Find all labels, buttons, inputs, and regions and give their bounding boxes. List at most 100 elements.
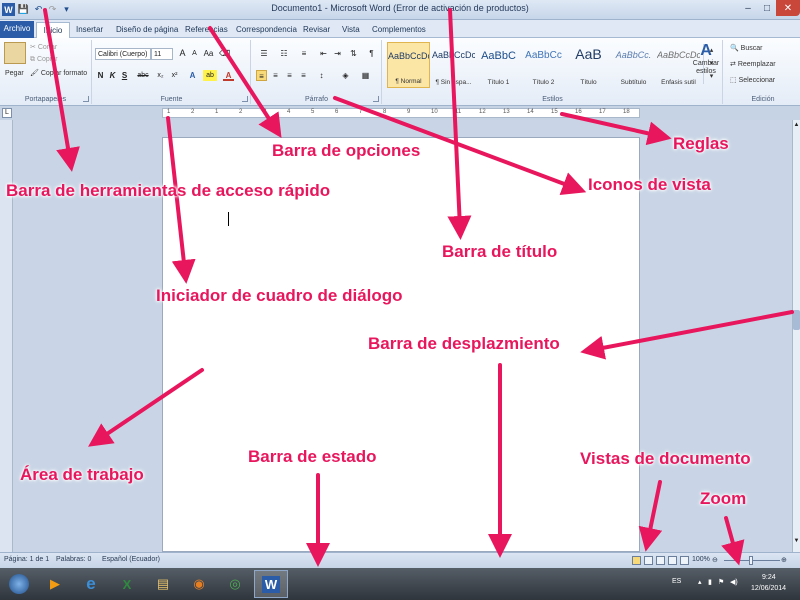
word-count[interactable]: Palabras: 0 xyxy=(56,556,91,563)
language-status[interactable]: Español (Ecuador) xyxy=(102,556,160,563)
tab-insertar[interactable]: Insertar xyxy=(76,22,103,38)
firefox-icon[interactable]: ◉ xyxy=(182,570,216,598)
align-right-icon[interactable]: ≡ xyxy=(284,70,295,81)
superscript-button[interactable]: x² xyxy=(169,70,180,81)
file-explorer-icon[interactable]: ▤ xyxy=(146,570,180,598)
page-count[interactable]: Página: 1 de 1 xyxy=(4,556,49,563)
font-name-select[interactable]: Calibri (Cuerpo) xyxy=(95,48,151,60)
copy-button[interactable]: ⧉ Copiar xyxy=(30,56,58,64)
style-normal[interactable]: AaBbCcDc ¶ Normal xyxy=(387,42,430,88)
numbering-icon[interactable]: ☷ xyxy=(276,48,292,59)
network-icon[interactable]: ▮ xyxy=(708,578,712,586)
vertical-scrollbar[interactable]: ▲ ▼ xyxy=(792,120,800,552)
outline-view-icon[interactable] xyxy=(668,556,677,565)
scroll-down-icon[interactable]: ▼ xyxy=(793,538,800,548)
justify-icon[interactable]: ≡ xyxy=(298,70,309,81)
redo-icon[interactable]: ↷ xyxy=(46,3,59,16)
paragraph-dialog-launcher[interactable] xyxy=(373,96,379,102)
print-layout-view-icon[interactable] xyxy=(632,556,641,565)
sort-icon[interactable]: ⇅ xyxy=(348,48,359,59)
media-player-icon[interactable]: ▶ xyxy=(38,570,72,598)
grow-font-icon[interactable]: A xyxy=(177,48,188,59)
ruler-number: 5 xyxy=(311,109,315,115)
tab-vista[interactable]: Vista xyxy=(342,22,360,38)
shading-icon[interactable]: ◈ xyxy=(340,70,351,81)
tab-complementos[interactable]: Complementos xyxy=(372,22,426,38)
change-styles-button[interactable]: A Cambiar estilos xyxy=(692,42,720,76)
close-button[interactable]: ✕ xyxy=(776,0,800,16)
maximize-button[interactable]: □ xyxy=(758,0,776,16)
zoom-level[interactable]: 100% xyxy=(692,556,710,563)
style-subtitulo[interactable]: AaBbCc. Subtítulo xyxy=(612,42,655,88)
tray-arrow-icon[interactable]: ▴ xyxy=(698,578,702,586)
volume-icon[interactable]: ◀) xyxy=(730,578,738,586)
zoom-in-icon[interactable]: ⊕ xyxy=(781,556,787,564)
minimize-button[interactable]: – xyxy=(738,0,758,16)
change-case-icon[interactable]: Aa xyxy=(203,48,214,59)
scroll-up-icon[interactable]: ▲ xyxy=(793,122,800,132)
highlight-button[interactable]: ab xyxy=(203,70,217,81)
web-layout-view-icon[interactable] xyxy=(656,556,665,565)
tab-diseno-pagina[interactable]: Diseño de página xyxy=(116,22,178,38)
multilevel-list-icon[interactable]: ≡ xyxy=(296,48,312,59)
tab-correspondencia[interactable]: Correspondencia xyxy=(236,22,297,38)
undo-icon[interactable]: ↶ xyxy=(32,3,45,16)
font-size-select[interactable]: 11 xyxy=(151,48,173,60)
style-sin-espaciado[interactable]: AaBbCcDc ¶ Sin espa... xyxy=(432,42,475,88)
horizontal-ruler[interactable]: 1 2 1 2 3 4 5 6 7 8 9 10 11 12 13 14 15 16 17 18 xyxy=(162,108,640,118)
font-dialog-launcher[interactable] xyxy=(242,96,248,102)
clock-time[interactable]: 9:24 xyxy=(762,574,776,581)
clock-date[interactable]: 12/06/2014 xyxy=(751,585,786,592)
align-left-icon[interactable]: ≡ xyxy=(256,70,267,81)
tab-referencias[interactable]: Referencias xyxy=(185,22,228,38)
clear-format-icon[interactable]: ⌫ xyxy=(219,48,230,59)
increase-indent-icon[interactable]: ⇥ xyxy=(332,48,343,59)
show-marks-icon[interactable]: ¶ xyxy=(366,48,377,59)
font-color-button[interactable]: A xyxy=(223,70,234,81)
italic-button[interactable]: K xyxy=(107,70,118,81)
subscript-button[interactable]: x₂ xyxy=(155,70,166,81)
paste-button[interactable]: Pegar xyxy=(5,70,24,77)
word-icon[interactable]: W xyxy=(254,570,288,598)
format-painter-button[interactable]: 🖌 Copiar formato xyxy=(30,69,87,77)
chrome-icon[interactable]: ◎ xyxy=(218,570,252,598)
zoom-slider-thumb[interactable] xyxy=(749,556,753,565)
label-vistas-documento: Vistas de documento xyxy=(580,449,751,468)
scroll-thumb[interactable] xyxy=(793,310,800,330)
internet-explorer-icon[interactable]: e xyxy=(74,570,108,598)
borders-icon[interactable]: ▦ xyxy=(360,70,371,81)
select-button[interactable]: ⬚ Seleccionar xyxy=(730,76,775,84)
decrease-indent-icon[interactable]: ⇤ xyxy=(318,48,329,59)
replace-button[interactable]: ⇄ Reemplazar xyxy=(730,60,776,68)
language-indicator[interactable]: ES xyxy=(672,578,681,585)
line-spacing-icon[interactable]: ↕ xyxy=(316,70,327,81)
style-titulo-1[interactable]: AaBbC Título 1 xyxy=(477,42,520,88)
align-center-icon[interactable]: ≡ xyxy=(270,70,281,81)
tab-selector-icon[interactable]: L xyxy=(2,108,12,118)
save-icon[interactable]: 💾 xyxy=(17,3,30,16)
label-reglas: Reglas xyxy=(673,134,729,153)
windows-start-icon[interactable] xyxy=(2,570,36,598)
text-effects-button[interactable]: A xyxy=(187,70,198,81)
style-titulo-2[interactable]: AaBbCc Título 2 xyxy=(522,42,565,88)
bullets-icon[interactable]: ☰ xyxy=(256,48,272,59)
cut-button[interactable]: ✂ Cortar xyxy=(30,43,57,51)
zoom-out-icon[interactable]: ⊖ xyxy=(712,556,718,564)
tab-inicio[interactable]: Inicio xyxy=(36,22,70,38)
draft-view-icon[interactable] xyxy=(680,556,689,565)
tab-archivo[interactable]: Archivo xyxy=(0,21,34,38)
tab-revisar[interactable]: Revisar xyxy=(303,22,330,38)
flag-icon[interactable]: ⚑ xyxy=(718,578,724,586)
paste-icon[interactable] xyxy=(4,42,26,64)
scissors-icon: ✂ xyxy=(30,44,38,51)
excel-icon[interactable]: X xyxy=(110,570,144,598)
full-screen-view-icon[interactable] xyxy=(644,556,653,565)
find-button[interactable]: 🔍 Buscar xyxy=(730,44,762,52)
underline-button[interactable]: S xyxy=(119,70,130,81)
style-titulo[interactable]: AaB Título xyxy=(567,42,610,88)
customize-icon[interactable]: ▾ xyxy=(60,3,73,16)
strikethrough-button[interactable]: abc xyxy=(135,70,151,81)
clipboard-dialog-launcher[interactable] xyxy=(83,96,89,102)
bold-button[interactable]: N xyxy=(95,70,106,81)
shrink-font-icon[interactable]: A xyxy=(189,48,200,59)
